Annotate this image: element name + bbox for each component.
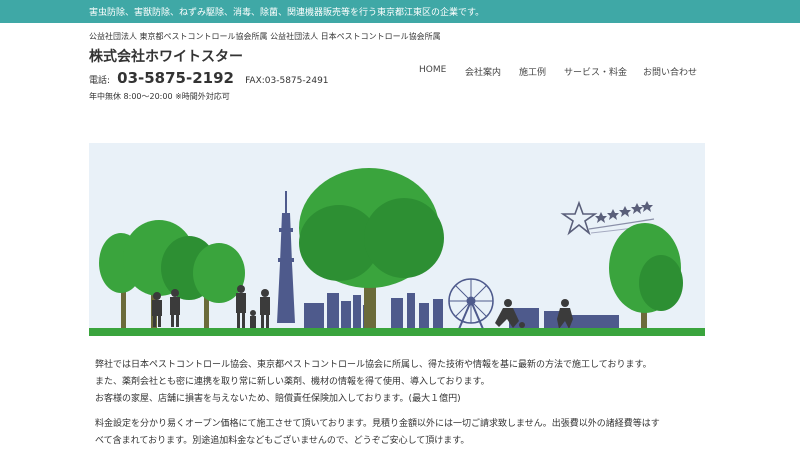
nav-works[interactable]: 施工例 [519,65,546,78]
intro-line-2: また、薬剤会社とも密に連携を取り常に新しい薬剤、機材の情報を得て使用、導入してお… [95,377,490,387]
hero-banner [89,143,705,336]
intro-line-1: 弊社では日本ペストコントロール協会、東京都ペストコントロール協会に所属し、得た技… [95,360,652,370]
grass-strip [89,328,705,336]
pricing-line-2: べて含まれております。別途追加料金などもございませんので、どうぞご安心して頂けま… [95,436,470,446]
phone-number[interactable]: 03-5875-2192 [117,69,234,87]
phone-label: 電話: [89,76,111,86]
nav-contact[interactable]: お問い合わせ [643,65,697,78]
association-memberships: 公益社団法人 東京都ペストコントロール協会所属 公益社団法人 日本ペストコントロ… [89,32,441,41]
cityscape-illustration [89,143,705,336]
nav-services[interactable]: サービス・料金 [564,65,627,78]
pricing-line-1: 料金設定を分かり易くオープン価格にて施工させて頂いております。見積り金額以外には… [95,419,660,429]
company-name[interactable]: 株式会社ホワイトスター [89,46,243,66]
contact-row: 電話: 03-5875-2192 FAX:03-5875-2491 [89,68,329,87]
fax-number: FAX:03-5875-2491 [245,76,329,86]
nav-company[interactable]: 会社案内 [465,65,501,78]
top-banner: 害虫防除、害獣防除、ねずみ駆除、消毒、除菌、関連機器販売等を行う東京都江東区の企… [0,0,800,23]
intro-line-3: お客様の家屋、店舗に損害を与えないため、賠償責任保険加入しております。(最大１億… [95,394,461,404]
nav-home[interactable]: HOME [419,65,446,75]
tagline: 害虫防除、害獣防除、ねずみ駆除、消毒、除菌、関連機器販売等を行う東京都江東区の企… [89,8,485,18]
business-hours: 年中無休 8:00～20:00 ※時間外対応可 [89,92,230,101]
